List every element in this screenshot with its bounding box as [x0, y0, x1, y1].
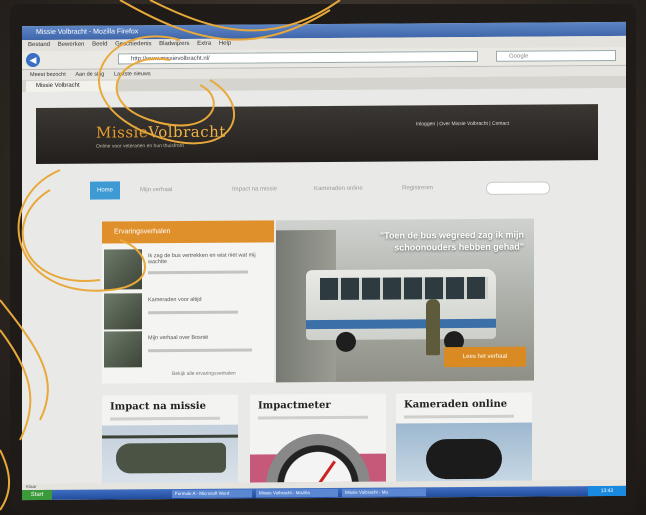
- experiences-heading: Ervaringsverhalen: [102, 220, 274, 244]
- menu-item-geschiedenis[interactable]: Geschiedenis: [115, 41, 151, 47]
- top-links[interactable]: Inloggen | Over Missie Volbracht | Conta…: [416, 121, 509, 128]
- helicopter-image: [116, 442, 226, 474]
- hero-banner: "Toen de bus wegreed zag ik mijn schoono…: [276, 218, 534, 383]
- site-logo[interactable]: MissieVolbracht: [96, 123, 226, 142]
- start-button[interactable]: Start: [22, 489, 52, 501]
- bus-wheel: [336, 331, 356, 352]
- experience-excerpt: [148, 310, 238, 315]
- read-story-button[interactable]: Lees het verhaal: [444, 346, 526, 368]
- logo-text-part1: Missie: [96, 123, 149, 142]
- bookmark-item[interactable]: Aan de slag: [75, 72, 104, 78]
- more-experiences-link[interactable]: Bekijk alle ervaringsverhalen: [172, 371, 236, 377]
- card-title: Impactmeter: [258, 399, 331, 412]
- experiences-panel: Ervaringsverhalen Ik zag de bus vertrekk…: [102, 220, 274, 384]
- experience-thumbnail[interactable]: [104, 331, 142, 368]
- address-bar[interactable]: http://www.missievolbracht.nl/: [118, 50, 478, 65]
- site-tagline: Online voor veteranen en hun thuisfront: [96, 142, 184, 150]
- nav-home[interactable]: Home: [90, 181, 120, 200]
- bus-stripe: [306, 318, 496, 330]
- web-page: MissieVolbracht Online voor veteranen en…: [22, 87, 626, 485]
- menu-item-beeld[interactable]: Beeld: [92, 42, 107, 48]
- menu-item-bewerken[interactable]: Bewerken: [58, 42, 85, 48]
- taskbar-clock: 13:42: [588, 485, 626, 497]
- card-kameraden-online[interactable]: Kameraden online: [396, 392, 532, 485]
- card-subtitle: [110, 416, 220, 421]
- binoculars-image: [426, 438, 502, 480]
- taskbar-item[interactable]: Missie Volbracht - Mo: [342, 488, 426, 497]
- experience-title[interactable]: Kameraden voor altijd: [148, 296, 266, 303]
- experience-thumbnail[interactable]: [104, 249, 142, 290]
- menu-item-bladwijzers[interactable]: Bladwijzers: [159, 41, 189, 47]
- nav-mijn-verhaal[interactable]: Mijn verhaal: [140, 181, 172, 199]
- experience-excerpt: [148, 270, 248, 275]
- soldier-figure: [426, 299, 440, 356]
- site-search-input[interactable]: [486, 181, 550, 195]
- card-subtitle: [404, 414, 514, 419]
- logo-text-part2: Volbracht: [148, 122, 226, 142]
- experience-excerpt: [148, 348, 252, 353]
- monitor-screen: Missie Volbracht - Mozilla Firefox Besta…: [22, 21, 626, 501]
- site-navigation: Home Mijn verhaal Impact na missie Kamer…: [82, 178, 562, 200]
- menu-item-extra[interactable]: Extra: [197, 41, 211, 47]
- card-title: Impact na missie: [110, 400, 206, 413]
- taskbar-item[interactable]: Missie Volbracht - Mozilla: [256, 488, 338, 498]
- nav-impact-na-missie[interactable]: Impact na missie: [232, 180, 277, 198]
- bus-windows: [320, 276, 488, 301]
- back-arrow-icon[interactable]: ◀: [26, 52, 40, 68]
- experience-thumbnail[interactable]: [104, 293, 142, 330]
- nav-registreren[interactable]: Registreren: [402, 179, 433, 197]
- menu-item-help[interactable]: Help: [219, 41, 231, 47]
- search-input[interactable]: Google: [496, 49, 616, 62]
- card-impactmeter[interactable]: Impactmeter: [250, 393, 386, 485]
- bookmark-item[interactable]: Laatste nieuws: [114, 71, 151, 77]
- experience-title[interactable]: Ik zag de bus vertrekken en wist niet wa…: [148, 252, 266, 265]
- taskbar-item[interactable]: Formule A - Microsoft Word: [172, 489, 252, 499]
- hero-quote: "Toen de bus wegreed zag ik mijn schoono…: [379, 229, 524, 253]
- menu-item-bestand[interactable]: Bestand: [28, 42, 50, 48]
- bookmark-item[interactable]: Meest bezocht: [30, 72, 66, 78]
- card-impact-na-missie[interactable]: Impact na missie: [102, 394, 238, 485]
- card-title: Kameraden online: [404, 398, 508, 411]
- site-header: MissieVolbracht Online voor veteranen en…: [36, 104, 598, 165]
- gauge-icon: [266, 433, 370, 485]
- tab-missie-volbracht[interactable]: Missie Volbracht: [26, 80, 116, 93]
- experience-title[interactable]: Mijn verhaal over Bosnië: [148, 334, 266, 341]
- card-subtitle: [258, 415, 368, 420]
- nav-kameraden-online[interactable]: Kameraden online: [314, 180, 363, 198]
